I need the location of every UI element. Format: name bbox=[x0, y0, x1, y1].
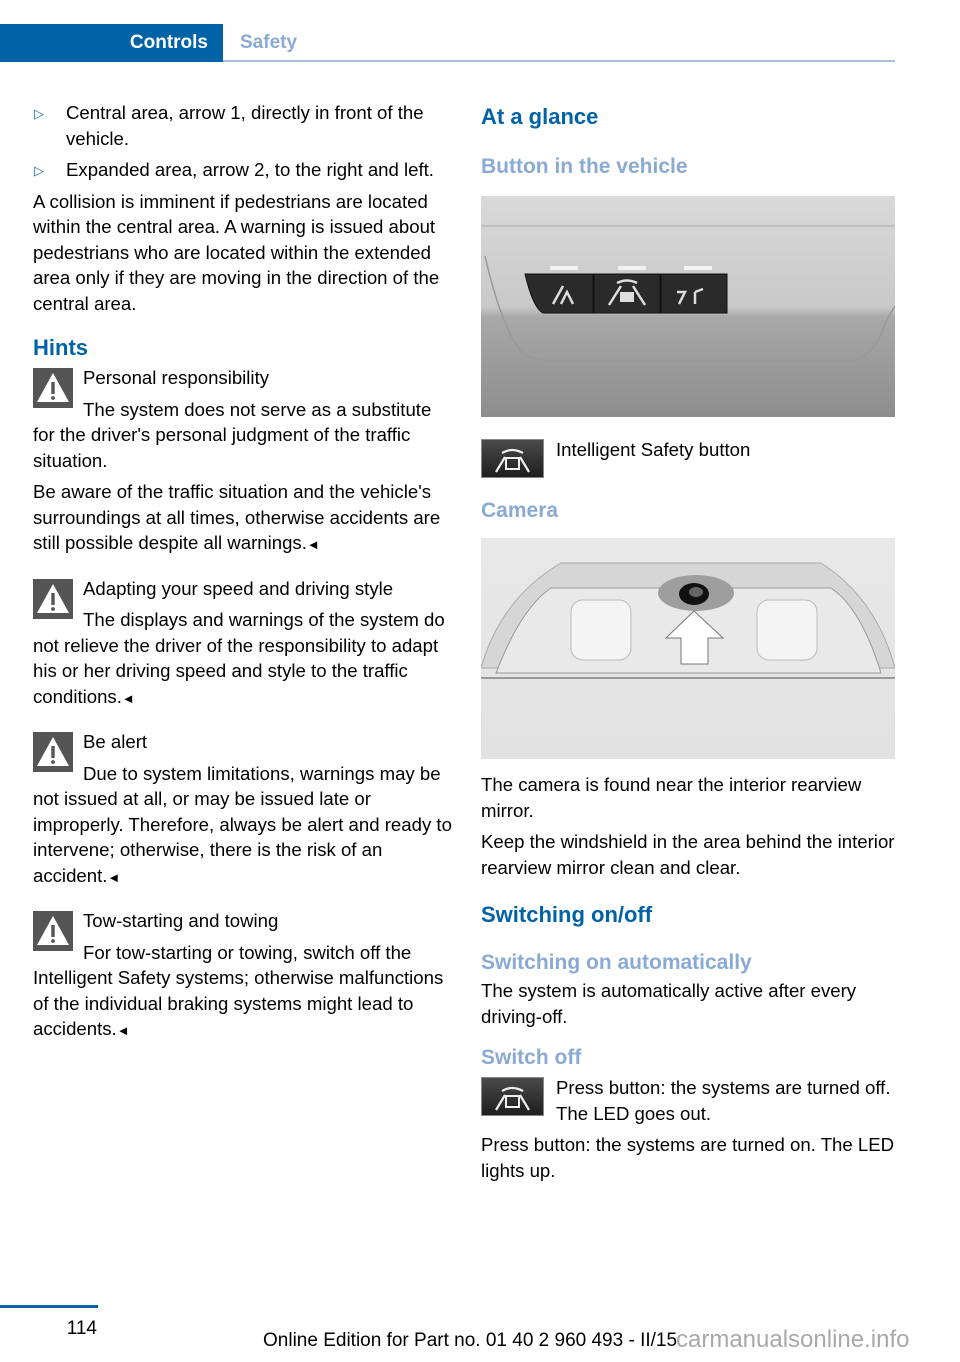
tab-controls[interactable]: Controls bbox=[0, 24, 208, 62]
tab-safety[interactable]: Safety bbox=[240, 24, 297, 62]
end-mark-icon: ◄ bbox=[107, 869, 121, 885]
end-mark-icon: ◄ bbox=[306, 537, 320, 552]
camera-photo bbox=[481, 538, 895, 759]
watermark: carmanualsonline.info bbox=[676, 1326, 910, 1353]
vehicle-button-photo bbox=[481, 196, 895, 417]
button-panel-illustration bbox=[481, 225, 895, 362]
warning-adapting-speed: Adapting your speed and driving style Th… bbox=[33, 577, 445, 707]
switch-on-text: Press button: the systems are turned on.… bbox=[481, 1134, 895, 1181]
warning-triangle-icon bbox=[33, 911, 73, 951]
intelligent-safety-button-icon bbox=[481, 439, 544, 478]
auto-text: The system is automatically active after… bbox=[481, 980, 857, 1027]
collision-paragraph: A collision is imminent if pedestrians a… bbox=[33, 190, 440, 314]
at-a-glance-heading: At a glance bbox=[481, 104, 599, 129]
end-mark-icon: ◄ bbox=[121, 690, 135, 706]
warning-personal-responsibility: Personal responsibility The system does … bbox=[33, 367, 441, 553]
auto-heading: Switching on automatically bbox=[481, 951, 752, 974]
button-heading: Button in the vehicle bbox=[481, 155, 688, 178]
switch-off-text: Press button: the systems are turned off… bbox=[556, 1077, 891, 1124]
switch-off-heading: Switch off bbox=[481, 1046, 582, 1069]
warning-triangle-icon bbox=[33, 368, 73, 408]
button-caption: Intelligent Safety button bbox=[556, 439, 751, 460]
right-column: At a glance Button in the vehicle Intell… bbox=[481, 100, 901, 1183]
bullet-triangle-icon: ▷ bbox=[34, 163, 44, 178]
left-column: ▷ Central area, arrow 1, directly in fro… bbox=[33, 100, 453, 1044]
page-number: 114 bbox=[66, 1318, 97, 1339]
bullet-triangle-icon: ▷ bbox=[34, 106, 44, 121]
camera-heading: Camera bbox=[481, 499, 559, 522]
header-rule bbox=[223, 60, 895, 62]
footer-rule bbox=[0, 1305, 98, 1308]
list-item: ▷ Expanded area, arrow 2, to the right a… bbox=[33, 157, 453, 183]
end-mark-icon: ◄ bbox=[116, 1023, 130, 1038]
hints-heading: Hints bbox=[33, 335, 88, 360]
warning-tow-starting: Tow-starting and towing For tow-starting… bbox=[33, 910, 444, 1039]
edition-text: Online Edition for Part no. 01 40 2 960 … bbox=[263, 1330, 678, 1351]
intelligent-safety-button-icon bbox=[481, 1077, 544, 1116]
warning-triangle-icon bbox=[33, 578, 73, 619]
windshield-illustration bbox=[481, 562, 895, 679]
switching-heading: Switching on/off bbox=[481, 902, 653, 927]
camera-cleaning-text: Keep the windshield in the area behind t… bbox=[481, 831, 895, 878]
list-item: ▷ Central area, arrow 1, directly in fro… bbox=[34, 102, 424, 149]
warning-triangle-icon bbox=[33, 732, 73, 772]
button-caption-row: Intelligent Safety button bbox=[481, 437, 901, 480]
warning-be-alert: Be alert Due to system limitations, warn… bbox=[33, 731, 452, 886]
switch-off-row: Press button: the systems are turned off… bbox=[481, 1075, 901, 1126]
camera-location-text: The camera is found near the interior re… bbox=[481, 774, 862, 821]
